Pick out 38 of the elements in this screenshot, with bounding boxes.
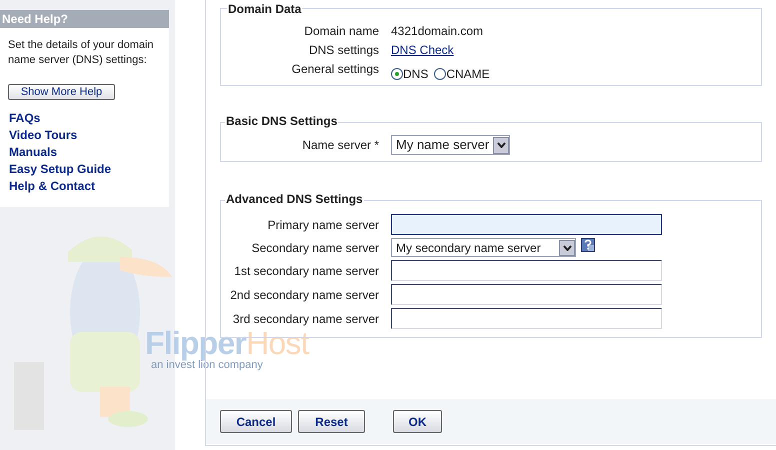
show-help-button[interactable]: Show More Help [8, 84, 115, 100]
help-icon[interactable] [581, 238, 595, 252]
help-link[interactable]: Manuals [9, 144, 58, 161]
text-field[interactable] [391, 308, 662, 329]
group-legend: Domain Data [227, 2, 302, 16]
logo-text: Flipper [145, 325, 246, 361]
field-label: DNS settings [308, 42, 380, 59]
dns-check-link[interactable]: DNS Check [391, 42, 454, 59]
panel-title: Need Help? [0, 10, 169, 28]
field-label: 3rd secondary name server [232, 310, 380, 328]
text-field[interactable] [391, 260, 662, 281]
radio-button[interactable] [434, 68, 446, 80]
radio-label: CNAME [446, 66, 490, 83]
help-text: Set the details of your domain name server (DNS) settings: [7, 38, 155, 68]
field-label: Secondary name server [250, 240, 380, 256]
field-label: 1st secondary name server [233, 262, 380, 280]
group-legend: Basic DNS Settings [225, 114, 338, 128]
field-label: 2nd secondary name server [229, 286, 380, 304]
text-field[interactable] [391, 214, 662, 235]
radio-button[interactable] [391, 68, 403, 80]
form-button[interactable]: Cancel [220, 410, 292, 433]
help-link[interactable]: FAQs [9, 110, 40, 127]
field-label: Domain name [303, 23, 380, 40]
help-link[interactable]: Help & Contact [9, 178, 96, 195]
radio-label: DNS [403, 66, 428, 83]
secondary-server-select[interactable]: My secondary name server [391, 238, 576, 257]
field-label: Name server * [301, 137, 380, 154]
logo-tagline: an invest lion company [151, 359, 264, 371]
group-legend: Advanced DNS Settings [225, 192, 364, 206]
form-button[interactable]: OK [393, 410, 442, 433]
text-field[interactable] [391, 284, 662, 305]
help-link[interactable]: Video Tours [9, 127, 78, 144]
help-link[interactable]: Easy Setup Guide [9, 161, 112, 178]
form-button[interactable]: Reset [298, 410, 365, 433]
name-server-select[interactable]: My name server [391, 135, 510, 155]
field-label: Primary name server [266, 216, 380, 234]
field-label: General settings [290, 61, 380, 78]
domain-name-value: 4321domain.com [391, 23, 484, 40]
